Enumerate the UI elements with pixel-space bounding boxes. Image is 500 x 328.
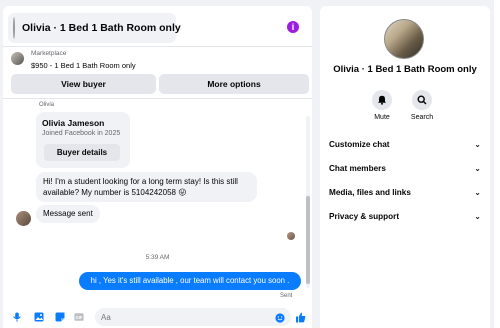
incoming-message: Message sent [36,205,100,223]
row-label: Privacy & support [329,211,400,221]
row-label: Media, files and links [329,187,411,197]
bell-icon [378,95,386,105]
listing-photo [384,19,424,59]
view-buyer-button[interactable]: View buyer [11,74,156,94]
window-edge [494,0,500,328]
chevron-down-icon: ⌄ [474,163,481,173]
message-scrollbar[interactable] [306,116,310,288]
buyer-name: Olivia Jameson [42,118,105,128]
photo-icon[interactable] [34,312,44,322]
buyer-joined: Joined Facebook in 2025 [42,130,121,137]
mute-circle [372,90,392,110]
message-input[interactable] [95,308,291,326]
seen-avatar [287,232,295,240]
details-title: Olivia · 1 Bed 1 Bath Room only [333,64,477,75]
buyer-details-button[interactable]: Buyer details [44,144,120,161]
sticker-icon[interactable] [55,312,65,322]
listing-thumbnail [13,17,15,39]
chat-panel: Olivia · 1 Bed 1 Bath Room only i Market… [3,6,312,328]
conversation-details-panel: Olivia · 1 Bed 1 Bath Room only Mute Sea… [320,6,490,328]
media-files-links-row[interactable]: Media, files and links ⌄ [329,184,481,200]
composer: GIF [3,302,312,328]
info-icon[interactable]: i [287,21,299,33]
chevron-down-icon: ⌄ [474,187,481,197]
search-circle [412,90,432,110]
microphone-icon[interactable] [12,312,22,322]
gif-icon[interactable]: GIF [74,312,84,322]
row-label: Chat members [329,163,386,173]
buyer-card: Olivia Jameson Joined Facebook in 2025 B… [36,112,130,168]
mute-button[interactable]: Mute [367,90,397,121]
message-timestamp: 5:39 AM [145,254,170,261]
conversation-title: Olivia · 1 Bed 1 Bath Room only [22,22,181,34]
scrollbar-thumb[interactable] [306,196,310,284]
thumbs-up-icon[interactable] [295,312,306,323]
marketplace-thumbnail [11,52,24,65]
sender-avatar [16,211,31,226]
message-status: Sent [280,293,293,299]
message-list[interactable]: Olivia Olivia Jameson Joined Facebook in… [3,100,312,300]
search-label: Search [410,114,434,121]
privacy-support-row[interactable]: Privacy & support ⌄ [329,208,481,224]
customize-chat-row[interactable]: Customize chat ⌄ [329,136,481,152]
more-options-button[interactable]: More options [159,74,309,94]
actions-divider [3,98,312,99]
listing-price-title[interactable]: $950 - 1 Bed 1 Bath Room only [31,61,136,70]
mute-label: Mute [374,114,390,121]
chat-members-row[interactable]: Chat members ⌄ [329,160,481,176]
marketplace-label: Marketplace [31,50,67,57]
chevron-down-icon: ⌄ [474,211,481,221]
outgoing-message: hi , Yes it's still available , our team… [79,272,301,290]
row-label: Customize chat [329,139,390,149]
emoji-icon[interactable] [275,313,285,323]
search-icon [417,95,427,105]
search-button[interactable]: Search [407,90,437,121]
conversation-header-button[interactable]: Olivia · 1 Bed 1 Bath Room only [8,13,181,43]
sender-name: Olivia [39,102,55,108]
chevron-down-icon: ⌄ [474,139,481,149]
incoming-message: Hi! I'm a student looking for a long ter… [36,172,257,202]
header-divider [3,46,312,47]
svg-text:GIF: GIF [76,315,83,320]
